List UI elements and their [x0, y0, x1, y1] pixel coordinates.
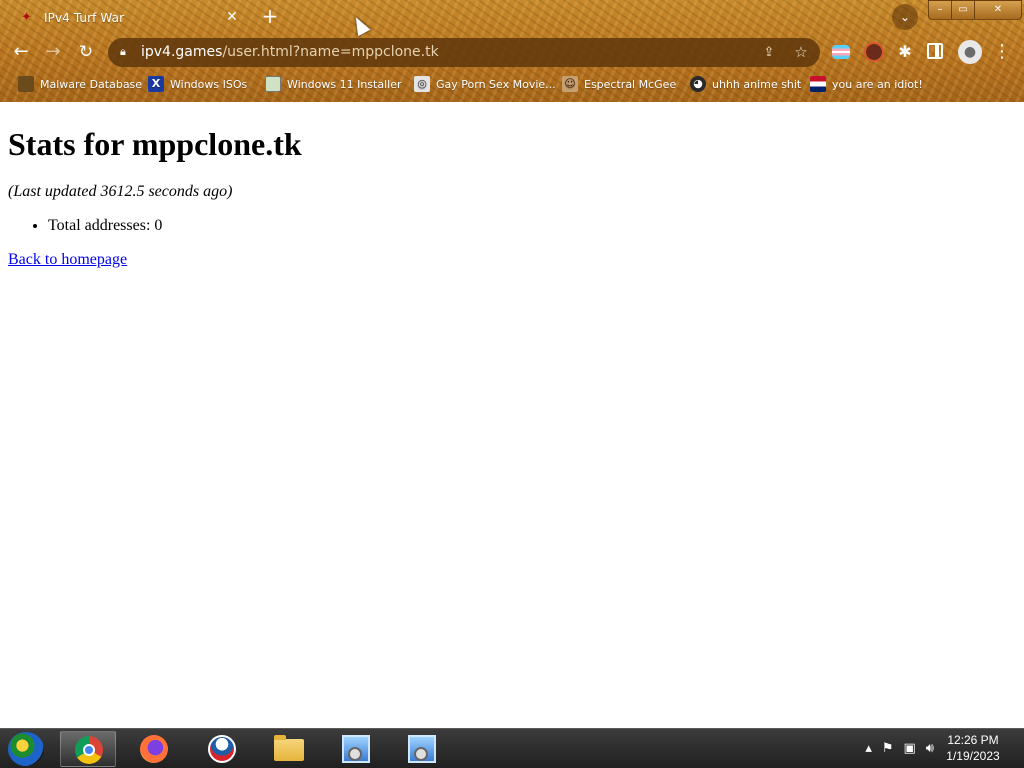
bookmark-label: Espectral McGee	[584, 77, 677, 91]
url-path: /user.html?name=mppclone.tk	[222, 44, 439, 60]
close-window-button[interactable]: ✕	[974, 0, 1022, 20]
page-title: Stats for mppclone.tk	[8, 126, 302, 162]
installer-icon	[408, 735, 436, 763]
minimize-button[interactable]: –	[928, 0, 952, 20]
bookmark-uhhh-anime-shit[interactable]: ◕ uhhh anime shit	[690, 74, 801, 94]
clock-date: 1/19/2023	[946, 749, 1000, 763]
extensions-puzzle-icon[interactable]: ✱	[895, 42, 915, 62]
page-content: Stats for mppclone.tk (Last updated 3612…	[0, 102, 1024, 728]
restore-button[interactable]: ▭	[951, 0, 975, 20]
browser-chrome: ✦ IPv4 Turf War ✕ + ⌄ – ▭ ✕ ← → ↻ 🔒︎ ipv…	[0, 0, 1024, 102]
x-icon: X	[148, 76, 164, 92]
start-button[interactable]	[8, 732, 44, 766]
bookmark-label: Gay Porn Sex Movie...	[436, 77, 556, 91]
bookmark-label: Windows 11 Installer	[287, 77, 402, 91]
reload-button[interactable]: ↻	[73, 39, 99, 65]
clock-time: 12:26 PM	[947, 733, 999, 747]
tab-favicon-icon: ✦	[21, 9, 32, 25]
taskbar-firefox[interactable]	[126, 731, 182, 767]
bookmark-star-icon[interactable]: ☆	[792, 43, 810, 61]
taskbar-obama-app[interactable]	[194, 731, 250, 767]
browser-menu-icon[interactable]: ⋮	[993, 40, 1011, 64]
bookmark-malware-database[interactable]: Malware Database	[18, 74, 142, 94]
extension-avatar-icon[interactable]	[864, 42, 884, 62]
show-hidden-icons-icon[interactable]: ▴	[865, 741, 872, 757]
installer-icon	[342, 735, 370, 763]
system-tray: ▴ ⚑ ▣ 🔊︎	[865, 741, 934, 757]
image-icon	[265, 76, 281, 92]
taskbar-setup-2[interactable]	[394, 731, 450, 767]
tab-close-icon[interactable]: ✕	[224, 9, 240, 25]
side-panel-icon[interactable]	[927, 43, 943, 59]
taskbar-clock[interactable]: 12:26 PM 1/19/2023	[938, 732, 1008, 764]
action-center-flag-icon[interactable]: ⚑	[882, 741, 894, 757]
flag-icon	[810, 76, 826, 92]
chrome-icon	[75, 736, 103, 764]
share-icon[interactable]: ⇪	[760, 44, 778, 61]
stats-list-item: Total addresses: 0	[48, 216, 162, 236]
bookmark-label: Windows ISOs	[170, 77, 248, 91]
folder-icon	[18, 76, 34, 92]
stats-list: Total addresses: 0	[8, 216, 162, 236]
bookmark-espectral-mcgee[interactable]: ☺ Espectral McGee	[562, 74, 676, 94]
bookmark-gay-porn-sex-movie[interactable]: ◎ Gay Porn Sex Movie...	[414, 74, 556, 94]
network-icon[interactable]: ▣	[904, 741, 916, 757]
url-text[interactable]: ipv4.games/user.html?name=mppclone.tk	[141, 44, 439, 61]
back-to-homepage-link[interactable]: Back to homepage	[8, 250, 127, 270]
bookmark-you-are-an-idiot[interactable]: you are an idiot!	[810, 74, 923, 94]
bookmark-label: Malware Database	[40, 77, 143, 91]
obama-logo-icon	[208, 735, 236, 763]
taskbar: ▴ ⚑ ▣ 🔊︎ 12:26 PM 1/19/2023	[0, 728, 1024, 768]
lock-icon[interactable]: 🔒︎	[120, 45, 132, 59]
tab-active[interactable]: ✦ IPv4 Turf War ✕	[8, 2, 248, 33]
volume-icon[interactable]: 🔊︎	[926, 741, 934, 757]
globe-icon: ◎	[414, 76, 430, 92]
tab-title: IPv4 Turf War	[44, 10, 125, 25]
anime-icon: ◕	[690, 76, 706, 92]
bookmarks-bar: Malware Database X Windows ISOs Windows 1…	[0, 72, 1024, 96]
taskbar-chrome[interactable]	[60, 731, 116, 767]
tab-search-button[interactable]: ⌄	[892, 4, 918, 30]
bookmark-label: uhhh anime shit	[712, 77, 802, 91]
address-bar[interactable]: 🔒︎ ipv4.games/user.html?name=mppclone.tk…	[108, 38, 820, 67]
folder-icon	[274, 735, 304, 761]
back-button[interactable]: ←	[8, 39, 34, 65]
url-host: ipv4.games	[141, 44, 223, 60]
profile-avatar-icon[interactable]: ●	[958, 40, 982, 64]
taskbar-file-explorer[interactable]	[260, 731, 316, 767]
bookmark-label: you are an idiot!	[832, 77, 923, 91]
new-tab-button[interactable]: +	[259, 5, 281, 27]
taskbar-setup-1[interactable]	[328, 731, 384, 767]
extension-flag-icon[interactable]	[832, 45, 850, 59]
forward-button[interactable]: →	[40, 39, 66, 65]
firefox-icon	[140, 735, 168, 763]
face-icon: ☺	[562, 76, 578, 92]
bookmark-windows-isos[interactable]: X Windows ISOs	[148, 74, 247, 94]
bookmark-windows-11-installer[interactable]: Windows 11 Installer	[265, 74, 402, 94]
last-updated-text: (Last updated 3612.5 seconds ago)	[8, 183, 233, 200]
